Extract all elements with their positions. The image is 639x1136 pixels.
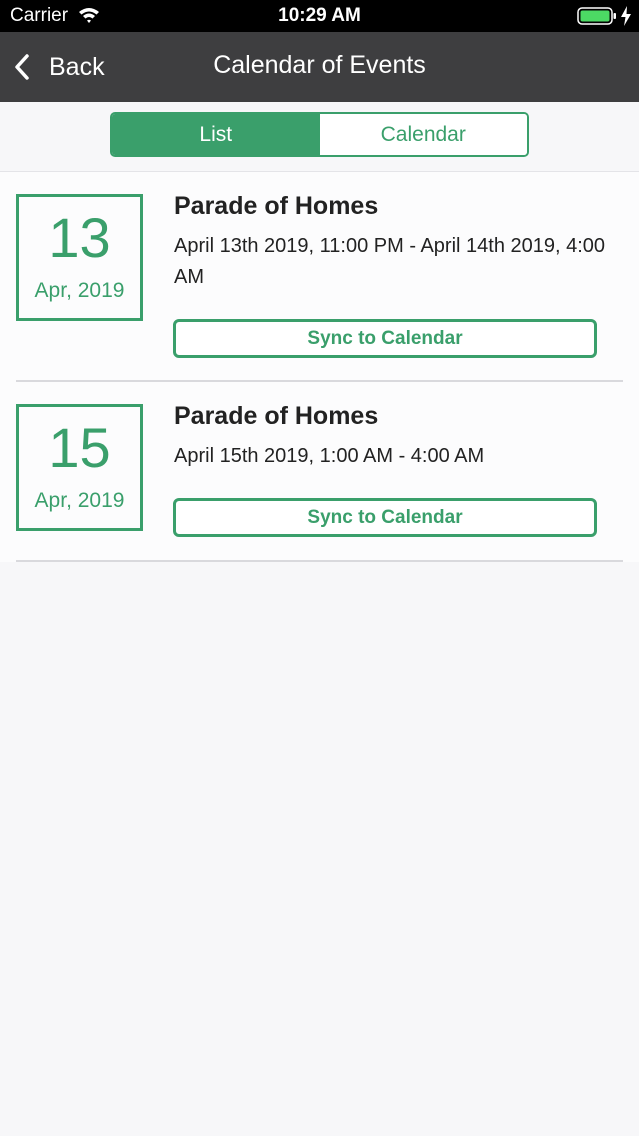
sync-to-calendar-button[interactable]: Sync to Calendar [173, 319, 597, 358]
status-bar: Carrier 10:29 AM [0, 0, 639, 32]
status-time: 10:29 AM [278, 5, 361, 26]
event-list: 13 Apr, 2019 Parade of Homes April 13th … [0, 172, 639, 562]
event-month-year: Apr, 2019 [34, 489, 125, 512]
navigation-bar: Back Calendar of Events [0, 32, 639, 102]
segment-calendar[interactable]: Calendar [319, 114, 527, 155]
divider [16, 560, 623, 562]
sync-to-calendar-button[interactable]: Sync to Calendar [173, 498, 597, 537]
event-date-box: 15 Apr, 2019 [16, 404, 143, 531]
event-time: April 13th 2019, 11:00 PM - April 14th 2… [174, 235, 606, 288]
event-title: Parade of Homes [174, 192, 379, 220]
battery-icon [577, 7, 616, 25]
event-item: 13 Apr, 2019 Parade of Homes April 13th … [0, 172, 639, 382]
view-segmented-control: List Calendar [110, 112, 529, 157]
charging-bolt-icon [621, 6, 631, 26]
page-title: Calendar of Events [213, 51, 426, 79]
event-title: Parade of Homes [174, 402, 379, 430]
event-time: April 15th 2019, 1:00 AM - 4:00 AM [174, 445, 485, 467]
event-date-box: 13 Apr, 2019 [16, 194, 143, 321]
event-day: 13 [48, 206, 111, 269]
segment-area: List Calendar [0, 102, 639, 172]
event-day: 15 [48, 416, 111, 479]
event-item: 15 Apr, 2019 Parade of Homes April 15th … [0, 382, 639, 562]
segment-list[interactable]: List [112, 114, 320, 155]
event-month-year: Apr, 2019 [34, 279, 125, 302]
